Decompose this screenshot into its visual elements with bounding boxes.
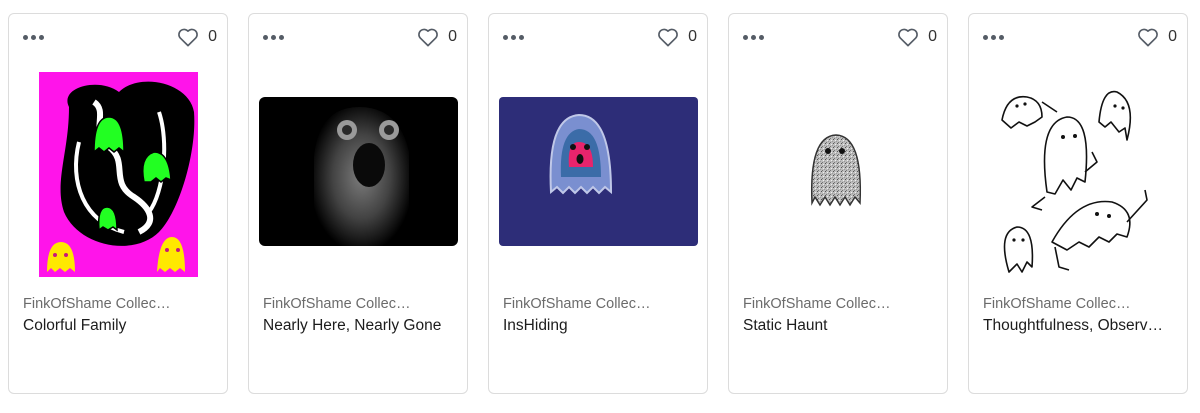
artwork-title[interactable]: Thoughtfulness, Observ… <box>983 317 1173 335</box>
nft-card[interactable]: 0 FinkOfShame Collecti… InsHiding <box>488 13 708 394</box>
heart-outline-icon <box>658 28 678 47</box>
nft-card[interactable]: 0 FinkOfShame Collecti… Static Haunt <box>728 13 948 394</box>
collection-name[interactable]: FinkOfShame Collecti… <box>743 296 893 312</box>
more-options-button[interactable] <box>983 35 1004 40</box>
like-button[interactable]: 0 <box>1137 27 1177 47</box>
more-options-button[interactable] <box>503 35 524 40</box>
like-count: 0 <box>1168 28 1177 45</box>
artwork-image[interactable] <box>499 97 698 246</box>
more-dots-icon <box>983 35 988 40</box>
like-count: 0 <box>208 28 217 45</box>
heart-outline-icon <box>178 28 198 47</box>
heart-outline-icon <box>418 28 438 47</box>
more-dots-icon <box>503 35 508 40</box>
nft-card[interactable]: 0 FinkOfShame Collecti… Thoughtfulness, … <box>968 13 1188 394</box>
like-button[interactable]: 0 <box>897 27 937 47</box>
nft-card-grid: 0 FinkOfShame Collecti… Colorful Family … <box>0 0 1200 413</box>
like-button[interactable]: 0 <box>177 27 217 47</box>
more-options-button[interactable] <box>263 35 284 40</box>
more-options-button[interactable] <box>23 35 44 40</box>
more-options-button[interactable] <box>743 35 764 40</box>
artwork-image[interactable] <box>39 72 198 277</box>
artwork-image[interactable] <box>809 131 863 211</box>
like-count: 0 <box>688 28 697 45</box>
like-count: 0 <box>928 28 937 45</box>
artwork-title[interactable]: Static Haunt <box>743 317 933 335</box>
more-dots-icon <box>23 35 28 40</box>
more-dots-icon <box>743 35 748 40</box>
nft-card[interactable]: 0 FinkOfShame Collecti… Nearly Here, Nea… <box>248 13 468 394</box>
heart-outline-icon <box>1138 28 1158 47</box>
heart-outline-icon <box>898 28 918 47</box>
collection-name[interactable]: FinkOfShame Collecti… <box>983 296 1133 312</box>
artwork-title[interactable]: Colorful Family <box>23 317 213 335</box>
more-dots-icon <box>263 35 268 40</box>
artwork-title[interactable]: InsHiding <box>503 317 693 335</box>
artwork-image[interactable] <box>987 82 1169 282</box>
artwork-title[interactable]: Nearly Here, Nearly Gone <box>263 317 453 335</box>
collection-name[interactable]: FinkOfShame Collecti… <box>503 296 653 312</box>
like-button[interactable]: 0 <box>417 27 457 47</box>
collection-name[interactable]: FinkOfShame Collecti… <box>23 296 173 312</box>
artwork-image[interactable] <box>259 97 458 246</box>
nft-card[interactable]: 0 FinkOfShame Collecti… Colorful Family <box>8 13 228 394</box>
like-button[interactable]: 0 <box>657 27 697 47</box>
collection-name[interactable]: FinkOfShame Collecti… <box>263 296 413 312</box>
like-count: 0 <box>448 28 457 45</box>
